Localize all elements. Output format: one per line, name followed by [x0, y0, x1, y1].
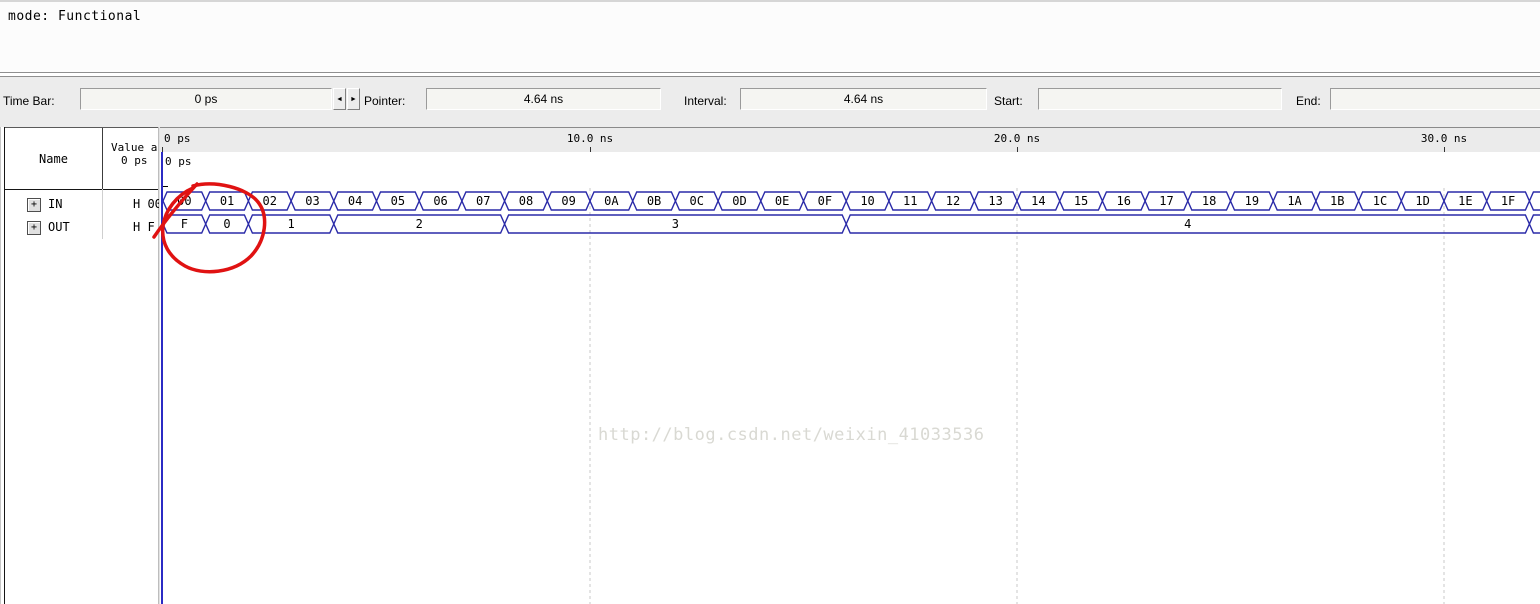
bus-value-label: 12 [946, 194, 960, 208]
signal-row-in[interactable]: + IN H 00 [5, 193, 159, 216]
bus-value-label: 19 [1245, 194, 1259, 208]
watermark-text: http://blog.csdn.net/weixin_41033536 [598, 425, 985, 445]
interval-label: Interval: [684, 94, 727, 108]
bus-value-label: 0 [223, 217, 230, 231]
bus-value-label: 02 [263, 194, 277, 208]
waveform-editor: Name Value at 0 ps + IN H 00 + OUT H F 0… [0, 122, 1540, 604]
expand-plus-icon[interactable]: + [27, 221, 41, 235]
bus-value-label: 3 [672, 217, 679, 231]
bus-value-label: 11 [903, 194, 917, 208]
value-column-header: Value at 0 ps [103, 128, 158, 189]
bus-value-label: 10 [860, 194, 874, 208]
bus-value-label: 15 [1074, 194, 1088, 208]
bus-value-label: 17 [1159, 194, 1173, 208]
bus-value-label: 1F [1501, 194, 1515, 208]
bus-value-label: 18 [1202, 194, 1216, 208]
bus-value-label: 14 [1031, 194, 1045, 208]
time-bar-step-right-button[interactable]: ► [347, 88, 360, 110]
bus-segment-open [1528, 191, 1540, 211]
bus-value-label: 09 [561, 194, 575, 208]
bus-value-label: 1B [1330, 194, 1344, 208]
bus-value-label: 0E [775, 194, 789, 208]
waveform-canvas[interactable]: 00 01 02 03 04 05 06 07 08 09 0A 0B 0C 0D 0E 0F 10 11 12 13… [160, 127, 1540, 604]
bus-value-label: 4 [1184, 217, 1191, 231]
bus-value-label: F [181, 217, 188, 231]
pointer-label: Pointer: [364, 94, 406, 108]
value-header-line1: Value at [111, 141, 158, 154]
time-cursor-line[interactable] [161, 152, 163, 604]
pointer-field[interactable]: 4.64 ns [426, 88, 661, 110]
bus-value-label: 1 [287, 217, 294, 231]
value-header-line2: 0 ps [121, 154, 148, 167]
panel-edge [0, 127, 1, 604]
bus-value-label: 0A [604, 194, 619, 208]
bus-value-label: 08 [519, 194, 533, 208]
bus-value-label: 13 [988, 194, 1002, 208]
time-bar-step-left-button[interactable]: ◄ [333, 88, 346, 110]
bus-value-label: 2 [416, 217, 423, 231]
bus-value-label: 16 [1117, 194, 1131, 208]
simulation-mode-text: mode: Functional [8, 9, 142, 24]
time-bar-field[interactable]: 0 ps [80, 88, 332, 110]
signal-panel: Name Value at 0 ps + IN H 00 + OUT H F [0, 127, 159, 604]
bus-value-label: 01 [220, 194, 234, 208]
signal-table-header: Name Value at 0 ps [5, 127, 158, 190]
bus-value-label: 04 [348, 194, 362, 208]
bus-value-label: 06 [433, 194, 447, 208]
expand-plus-icon[interactable]: + [27, 198, 41, 212]
start-label: Start: [994, 94, 1023, 108]
mode-bar: mode: Functional [0, 0, 1540, 74]
signal-row-out[interactable]: + OUT H F [5, 216, 158, 239]
signal-name: OUT [48, 220, 70, 234]
bus-value-label: 0D [732, 194, 746, 208]
name-column-header: Name [5, 128, 103, 189]
bus-value-label: 0F [818, 194, 832, 208]
wave-panel: 0 ps 10.0 ns 20.0 ns 30.0 ns 0 ps 00 01 02 03 0… [159, 127, 1540, 604]
bus-value-label: 1A [1287, 194, 1302, 208]
bus-value-label: 00 [177, 194, 191, 208]
bus-value-label: 0B [647, 194, 661, 208]
signal-name: IN [48, 197, 63, 211]
bus-segment-open [1528, 214, 1540, 234]
time-toolbar: Time Bar: 0 ps ◄ ► Pointer: 4.64 ns Inte… [0, 80, 1540, 122]
section-divider [0, 72, 1540, 80]
bus-value-label: 1C [1373, 194, 1387, 208]
bus-value-label: 1D [1415, 194, 1429, 208]
bus-value-label: 0C [690, 194, 704, 208]
time-bar-label: Time Bar: [3, 94, 55, 108]
end-label: End: [1296, 94, 1321, 108]
signal-value: H F [133, 220, 155, 234]
bus-value-label: 05 [391, 194, 405, 208]
end-field[interactable] [1330, 88, 1540, 110]
bus-value-label: 07 [476, 194, 490, 208]
interval-field[interactable]: 4.64 ns [740, 88, 987, 110]
bus-value-label: 03 [305, 194, 319, 208]
signal-value: H 00 [133, 197, 159, 211]
bus-value-label: 1E [1458, 194, 1472, 208]
start-field[interactable] [1038, 88, 1282, 110]
